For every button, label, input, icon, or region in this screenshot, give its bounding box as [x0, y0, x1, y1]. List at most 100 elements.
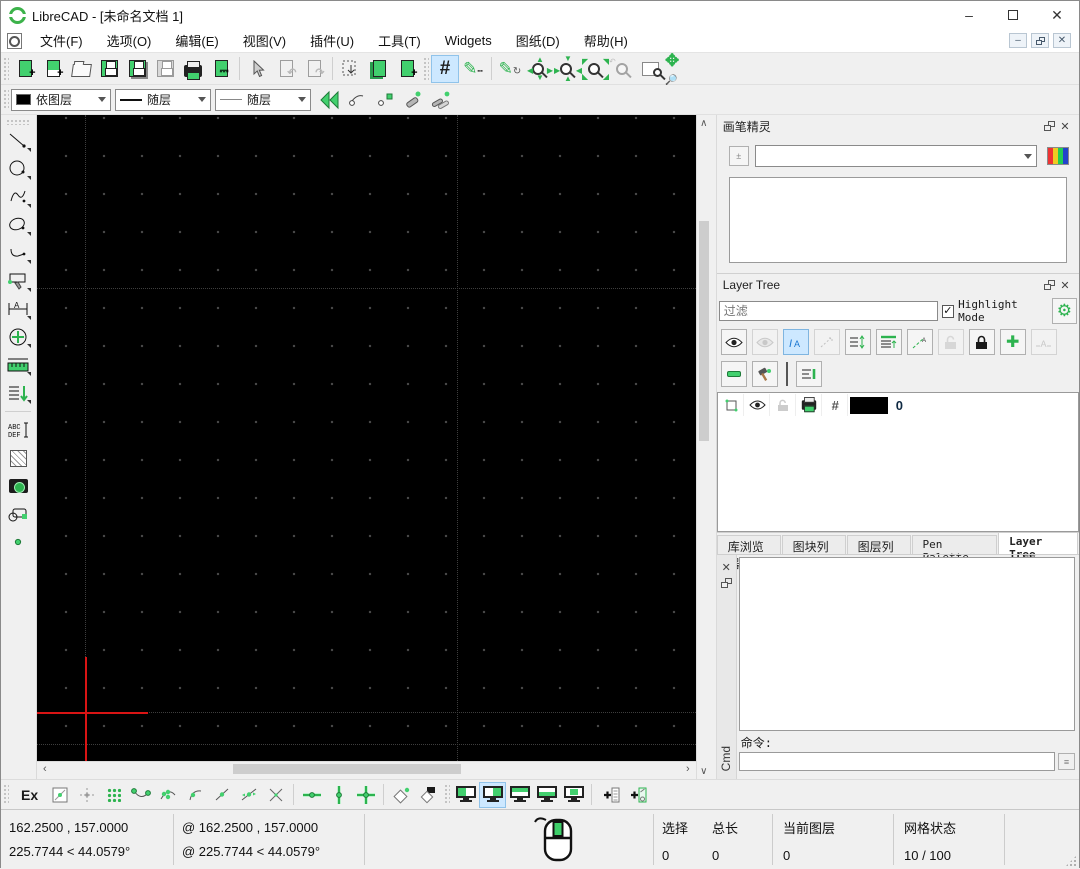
redraw-button[interactable]: ✎↻ — [496, 55, 524, 83]
mdi-close-button[interactable]: ✕ — [1053, 33, 1071, 48]
dock-floating-button[interactable] — [560, 782, 587, 808]
layer-color-combo[interactable]: 依图层 — [11, 89, 111, 111]
undo-button[interactable]: ↶ — [272, 55, 300, 83]
print-preview-button[interactable]: ⎓ — [207, 55, 235, 83]
pen-wizard-combo[interactable] — [755, 145, 1037, 167]
command-options-button[interactable]: ≡ — [1058, 753, 1075, 770]
menu-view[interactable]: 视图(V) — [231, 29, 298, 52]
layer-kind-cell[interactable] — [720, 394, 744, 416]
scroll-right-icon[interactable]: › — [680, 763, 696, 775]
layer-list[interactable]: # 0 — [717, 392, 1079, 532]
restrict-orthogonal-button[interactable] — [352, 782, 379, 808]
layer-filter-input[interactable] — [719, 301, 938, 321]
text-tool-button[interactable]: ABCDEF — [3, 416, 33, 444]
dim-entities-button[interactable]: IA — [783, 329, 809, 355]
snap-on-grid-button[interactable] — [100, 782, 127, 808]
sort-layers-button[interactable] — [845, 329, 871, 355]
defreeze-tool-button[interactable] — [752, 361, 778, 387]
snap-intersection-button[interactable] — [262, 782, 289, 808]
line-width-combo[interactable]: 随层 — [115, 89, 211, 111]
tab-library-browser[interactable]: 库浏览器 — [717, 535, 781, 554]
tab-layer-tree[interactable]: Layer Tree — [998, 532, 1078, 554]
select-tool-button[interactable] — [3, 267, 33, 295]
pick-pen-button[interactable] — [343, 86, 371, 114]
menu-file[interactable]: 文件(F) — [28, 29, 95, 52]
window-resize-grip[interactable] — [1065, 855, 1077, 867]
line-type-combo[interactable]: 随层 — [215, 89, 311, 111]
dimension-tool-button[interactable]: A — [3, 295, 33, 323]
snap-middle-button[interactable] — [208, 782, 235, 808]
mdi-restore-button[interactable] — [1031, 33, 1049, 48]
block-tool-button[interactable] — [3, 500, 33, 528]
lock-all-button[interactable] — [969, 329, 995, 355]
insert-block-button[interactable] — [365, 55, 393, 83]
redo-button[interactable]: ↷ — [300, 55, 328, 83]
snap-center-button[interactable] — [181, 782, 208, 808]
pan-zoom-button[interactable]: ✥🔎 — [664, 55, 692, 83]
dock-left-button[interactable] — [452, 782, 479, 808]
pen-wizard-list[interactable] — [729, 177, 1067, 263]
drawing-canvas[interactable] — [37, 115, 696, 761]
horizontal-scrollbar[interactable]: ‹ › — [37, 761, 696, 776]
document-menu-icon[interactable] — [7, 33, 22, 49]
expand-tree-button[interactable] — [796, 361, 822, 387]
toolbar-grip[interactable] — [423, 57, 429, 80]
save-button[interactable] — [95, 55, 123, 83]
scroll-left-icon[interactable]: ‹ — [37, 763, 53, 775]
dock-right-button[interactable] — [479, 782, 506, 808]
toggle-construction-button[interactable]: A — [907, 329, 933, 355]
layer-settings-button[interactable]: ⚙ — [1052, 298, 1077, 324]
print-button[interactable] — [179, 55, 207, 83]
command-history[interactable] — [739, 557, 1075, 731]
add-form-widget-button[interactable] — [623, 782, 650, 808]
snap-distance-button[interactable] — [235, 782, 262, 808]
flatten-layer-button[interactable] — [721, 361, 747, 387]
menu-help[interactable]: 帮助(H) — [572, 29, 640, 52]
toolbar-grip[interactable] — [3, 784, 9, 805]
layer-print-cell[interactable] — [798, 394, 822, 416]
layer-color-swatch[interactable] — [850, 397, 888, 414]
spline-tool-button[interactable] — [3, 183, 33, 211]
add-layer-button[interactable]: ✚ — [1000, 329, 1026, 355]
mdi-minimize-button[interactable]: – — [1009, 33, 1027, 48]
menu-plugins[interactable]: 插件(U) — [298, 29, 366, 52]
scroll-up-icon[interactable]: ∧ — [700, 115, 707, 131]
close-button[interactable]: ✕ — [1035, 1, 1079, 29]
pick-pen-apply-button[interactable] — [371, 86, 399, 114]
image-tool-button[interactable] — [3, 472, 33, 500]
layer-visibility-cell[interactable] — [746, 394, 770, 416]
close-panel-button[interactable]: ✕ — [1057, 118, 1073, 134]
window-zoom-button[interactable] — [636, 55, 664, 83]
menu-widgets[interactable]: Widgets — [433, 31, 504, 50]
menu-options[interactable]: 选项(O) — [95, 29, 164, 52]
measure-tool-button[interactable] — [3, 351, 33, 379]
pen-color-picker-button[interactable] — [1047, 147, 1069, 165]
new-from-template-button[interactable]: + — [39, 55, 67, 83]
menu-drawings[interactable]: 图纸(D) — [504, 29, 572, 52]
snap-on-entity-button[interactable] — [154, 782, 181, 808]
toolbar-grip[interactable] — [3, 57, 9, 80]
open-button[interactable] — [67, 55, 95, 83]
close-panel-button[interactable]: ✕ — [1057, 277, 1073, 293]
unlock-all-button[interactable] — [938, 329, 964, 355]
vertical-scrollbar[interactable]: ∧ ∨ — [696, 115, 711, 779]
snap-grid-button[interactable] — [73, 782, 100, 808]
draft-mode-button[interactable]: ✎╍ — [459, 55, 487, 83]
copy-pen-multi-button[interactable] — [427, 86, 455, 114]
show-all-layers-button[interactable] — [721, 329, 747, 355]
toolbar-grip[interactable] — [6, 119, 30, 125]
polyline-tool-button[interactable] — [3, 239, 33, 267]
point-tool-button[interactable] — [3, 528, 33, 556]
order-tool-button[interactable] — [3, 379, 33, 407]
close-panel-button[interactable]: ✕ — [718, 559, 734, 575]
menu-edit[interactable]: 编辑(E) — [163, 29, 230, 52]
back-button[interactable] — [315, 86, 343, 114]
ellipse-tool-button[interactable] — [3, 211, 33, 239]
sort-top-button[interactable] — [876, 329, 902, 355]
auto-zoom-button[interactable]: ◤◥◣◢ — [580, 55, 608, 83]
zoom-out-button[interactable]: ▶◀▼▲ — [552, 55, 580, 83]
hatch-tool-button[interactable] — [3, 444, 33, 472]
lock-relative-zero-button[interactable] — [415, 782, 442, 808]
layer-row[interactable]: # 0 — [718, 393, 1078, 417]
menu-tools[interactable]: 工具(T) — [366, 29, 433, 52]
